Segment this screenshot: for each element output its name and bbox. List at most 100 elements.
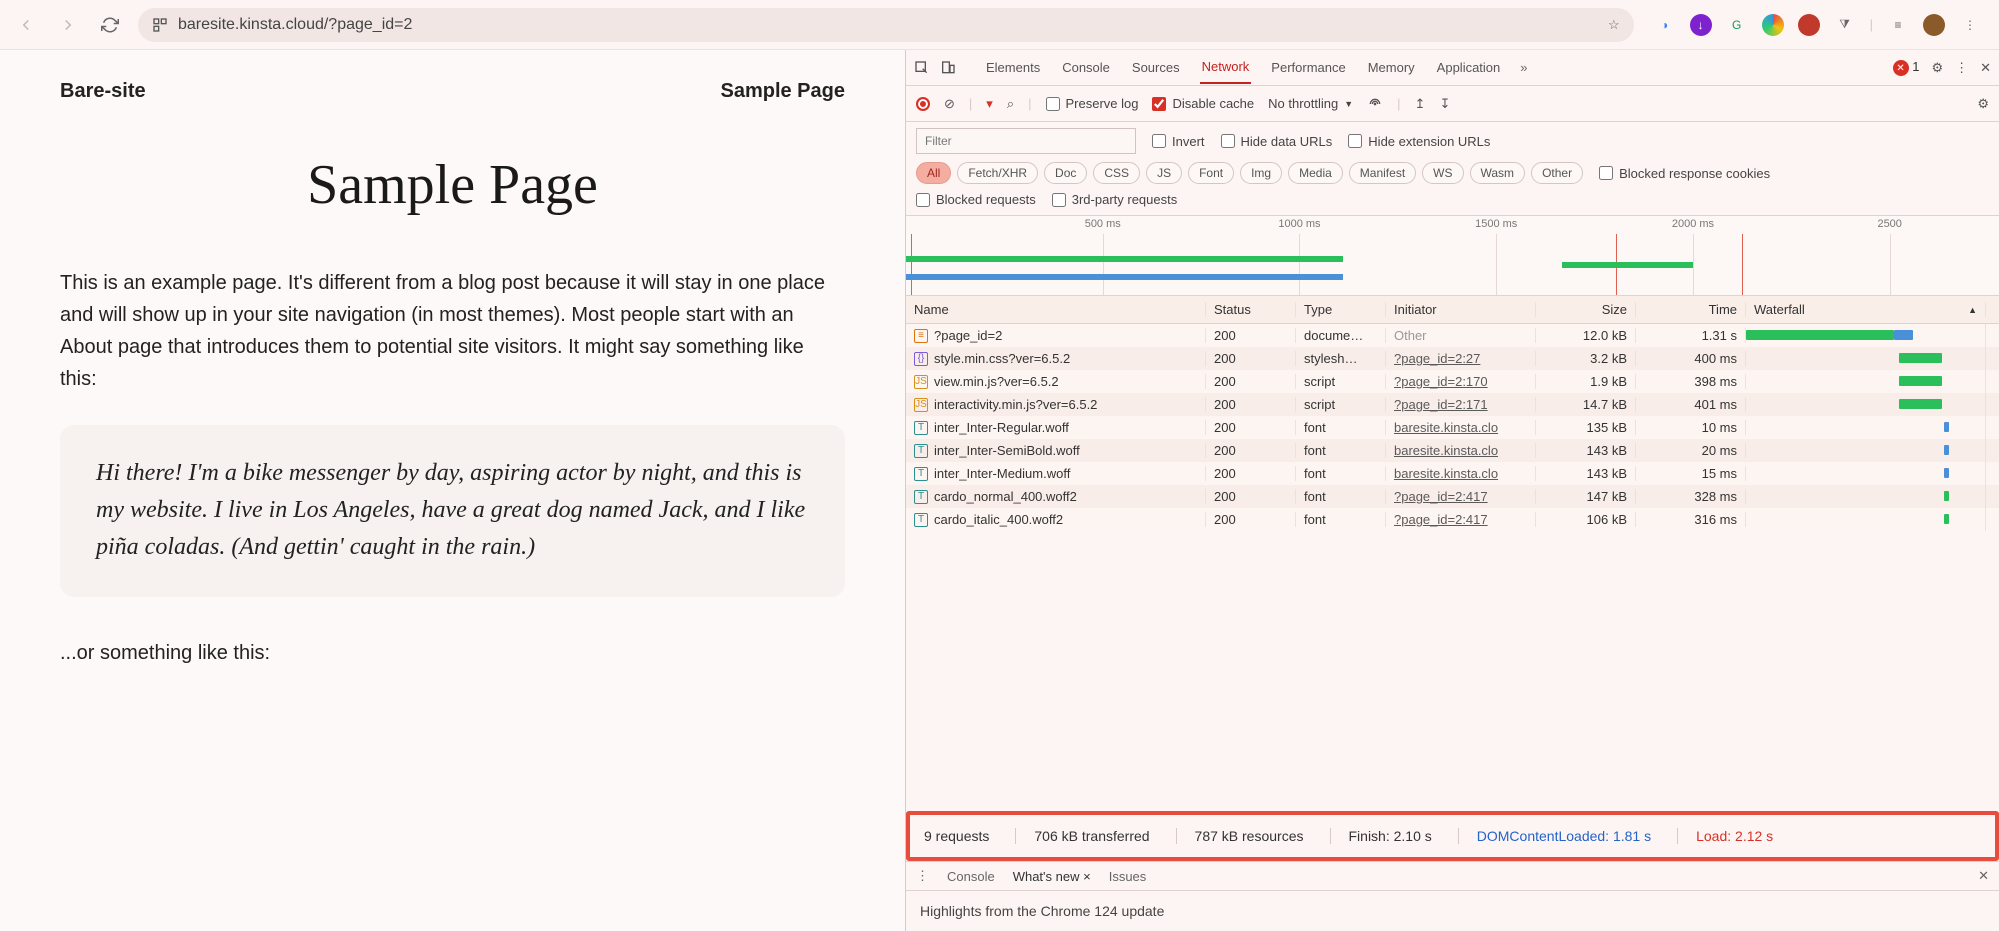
bookmark-star-icon[interactable]: ☆: [1608, 17, 1620, 33]
extension-icon[interactable]: [1798, 14, 1820, 36]
devtools-tab-sources[interactable]: Sources: [1130, 52, 1182, 83]
devtools-menu-icon[interactable]: ⋮: [1955, 60, 1968, 76]
invert-checkbox[interactable]: Invert: [1152, 134, 1205, 149]
page-blockquote: Hi there! I'm a bike messenger by day, a…: [60, 425, 845, 597]
preserve-log-checkbox[interactable]: Preserve log: [1046, 96, 1139, 111]
network-row[interactable]: Tinter_Inter-SemiBold.woff200fontbaresit…: [906, 439, 1999, 462]
network-timeline[interactable]: 500 ms1000 ms1500 ms2000 ms2500: [906, 216, 1999, 296]
request-initiator[interactable]: ?page_id=2:417: [1386, 489, 1536, 504]
throttling-select[interactable]: No throttling ▼: [1268, 96, 1353, 111]
request-time: 400 ms: [1636, 351, 1746, 366]
extension-icon[interactable]: ↓: [1690, 14, 1712, 36]
site-settings-icon: [152, 17, 168, 33]
file-type-icon: JS: [914, 375, 928, 389]
request-status: 200: [1206, 351, 1296, 366]
request-initiator[interactable]: baresite.kinsta.clo: [1386, 466, 1536, 481]
request-initiator[interactable]: baresite.kinsta.clo: [1386, 443, 1536, 458]
search-icon[interactable]: ⌕: [1007, 96, 1014, 112]
devtools-tab-application[interactable]: Application: [1435, 52, 1503, 83]
upload-har-icon[interactable]: ↥: [1415, 96, 1426, 112]
download-har-icon[interactable]: ↧: [1439, 96, 1450, 112]
filter-pill-img[interactable]: Img: [1240, 162, 1282, 184]
site-name[interactable]: Bare-site: [60, 80, 146, 103]
nav-sample-page[interactable]: Sample Page: [720, 80, 845, 103]
inspect-element-icon[interactable]: [914, 60, 930, 76]
network-row[interactable]: Tinter_Inter-Medium.woff200fontbaresite.…: [906, 462, 1999, 485]
devtools-tab-elements[interactable]: Elements: [984, 52, 1042, 83]
filter-pill-css[interactable]: CSS: [1093, 162, 1140, 184]
devtools-tab-performance[interactable]: Performance: [1269, 52, 1347, 83]
reading-list-icon[interactable]: ≡: [1887, 14, 1909, 36]
record-button[interactable]: [916, 97, 930, 111]
filter-input[interactable]: [916, 128, 1136, 154]
request-initiator[interactable]: ?page_id=2:27: [1386, 351, 1536, 366]
reload-button[interactable]: [96, 11, 124, 39]
network-row[interactable]: JSview.min.js?ver=6.5.2200script?page_id…: [906, 370, 1999, 393]
devtools-tab-network[interactable]: Network: [1200, 51, 1252, 84]
request-initiator[interactable]: baresite.kinsta.clo: [1386, 420, 1536, 435]
drawer-tab-issues[interactable]: Issues: [1109, 869, 1147, 884]
drawer-menu-icon[interactable]: ⋮: [916, 868, 929, 884]
hide-extension-urls-checkbox[interactable]: Hide extension URLs: [1348, 134, 1490, 149]
filter-funnel-icon[interactable]: ▾: [986, 96, 993, 112]
close-drawer-icon[interactable]: ✕: [1978, 868, 1989, 884]
filter-pill-doc[interactable]: Doc: [1044, 162, 1087, 184]
network-conditions-icon[interactable]: [1367, 96, 1383, 112]
extension-icon[interactable]: [1762, 14, 1784, 36]
extension-icon[interactable]: ◑: [1654, 14, 1676, 36]
profile-avatar[interactable]: [1923, 14, 1945, 36]
third-party-checkbox[interactable]: 3rd-party requests: [1052, 192, 1178, 207]
forward-button[interactable]: [54, 11, 82, 39]
devtools-tab-console[interactable]: Console: [1060, 52, 1112, 83]
network-settings-icon[interactable]: ⚙: [1977, 96, 1989, 112]
summary-dcl: DOMContentLoaded: 1.81 s: [1458, 828, 1651, 844]
request-name: inter_Inter-Regular.woff: [934, 420, 1069, 435]
filter-pill-media[interactable]: Media: [1288, 162, 1343, 184]
request-type: font: [1296, 443, 1386, 458]
hide-data-urls-checkbox[interactable]: Hide data URLs: [1221, 134, 1333, 149]
request-time: 398 ms: [1636, 374, 1746, 389]
browser-menu-icon[interactable]: ⋮: [1959, 14, 1981, 36]
more-tabs-icon[interactable]: »: [1520, 60, 1527, 75]
extensions-puzzle-icon[interactable]: ⧩: [1834, 14, 1856, 36]
filter-pill-ws[interactable]: WS: [1422, 162, 1463, 184]
drawer-tab-console[interactable]: Console: [947, 869, 995, 884]
settings-gear-icon[interactable]: ⚙: [1931, 60, 1943, 76]
error-indicator[interactable]: ✕ 1: [1893, 59, 1920, 77]
drawer-tab-whatsnew[interactable]: What's new ×: [1013, 869, 1091, 884]
request-initiator[interactable]: ?page_id=2:170: [1386, 374, 1536, 389]
request-initiator[interactable]: ?page_id=2:417: [1386, 512, 1536, 527]
network-row[interactable]: ≡?page_id=2200docume…Other12.0 kB1.31 s: [906, 324, 1999, 347]
device-toolbar-icon[interactable]: [940, 60, 956, 76]
back-button[interactable]: [12, 11, 40, 39]
filter-pill-wasm[interactable]: Wasm: [1470, 162, 1526, 184]
network-row[interactable]: JSinteractivity.min.js?ver=6.5.2200scrip…: [906, 393, 1999, 416]
request-initiator[interactable]: ?page_id=2:171: [1386, 397, 1536, 412]
request-type: stylesh…: [1296, 351, 1386, 366]
webpage-content: Bare-site Sample Page Sample Page This i…: [0, 50, 905, 931]
filter-pill-font[interactable]: Font: [1188, 162, 1234, 184]
page-paragraph-2: ...or something like this:: [60, 637, 845, 669]
timeline-label: 2500: [1877, 218, 1901, 230]
devtools-tab-memory[interactable]: Memory: [1366, 52, 1417, 83]
network-row[interactable]: Tcardo_italic_400.woff2200font?page_id=2…: [906, 508, 1999, 531]
disable-cache-checkbox[interactable]: Disable cache: [1152, 96, 1254, 111]
network-row[interactable]: Tcardo_normal_400.woff2200font?page_id=2…: [906, 485, 1999, 508]
address-bar[interactable]: baresite.kinsta.cloud/?page_id=2 ☆: [138, 8, 1634, 42]
close-tab-icon[interactable]: ×: [1083, 869, 1091, 884]
close-devtools-icon[interactable]: ✕: [1980, 60, 1991, 76]
filter-pill-js[interactable]: JS: [1146, 162, 1182, 184]
network-row[interactable]: Tinter_Inter-Regular.woff200fontbaresite…: [906, 416, 1999, 439]
clear-icon[interactable]: ⊘: [944, 96, 955, 112]
filter-pill-all[interactable]: All: [916, 162, 951, 184]
network-table-header[interactable]: Name Status Type Initiator Size Time Wat…: [906, 296, 1999, 324]
page-paragraph-1: This is an example page. It's different …: [60, 267, 845, 395]
network-row[interactable]: {}style.min.css?ver=6.5.2200stylesh…?pag…: [906, 347, 1999, 370]
blocked-cookies-checkbox[interactable]: Blocked response cookies: [1599, 166, 1770, 181]
extension-icon[interactable]: G: [1726, 14, 1748, 36]
timeline-label: 1000 ms: [1278, 218, 1320, 230]
filter-pill-manifest[interactable]: Manifest: [1349, 162, 1416, 184]
filter-pill-other[interactable]: Other: [1531, 162, 1583, 184]
blocked-requests-checkbox[interactable]: Blocked requests: [916, 192, 1036, 207]
filter-pill-fetchxhr[interactable]: Fetch/XHR: [957, 162, 1038, 184]
